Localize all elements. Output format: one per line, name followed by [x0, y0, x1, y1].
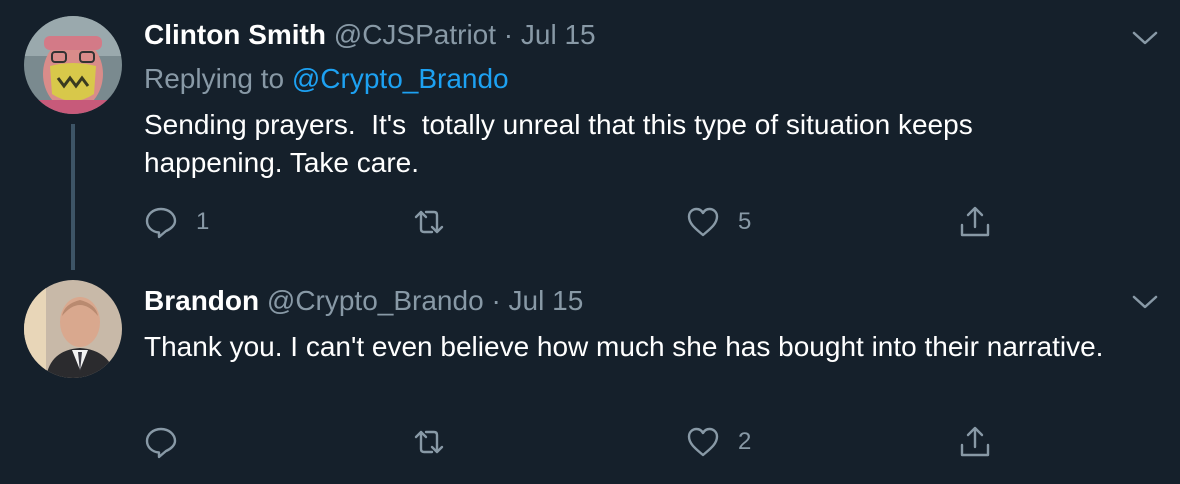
tweet-text: Sending prayers. It's totally unreal tha… [144, 109, 981, 178]
author-name[interactable]: Clinton Smith [144, 19, 326, 50]
like-icon [687, 427, 719, 457]
tweet-text: Thank you. I can't even believe how much… [144, 331, 1104, 362]
thread-line [71, 124, 75, 270]
tweet-2[interactable]: Brandon @Crypto_Brando · Jul 15 Thank yo… [0, 270, 1180, 484]
retweet-button[interactable] [412, 202, 446, 242]
replying-to: Replying to @Crypto_Brando [144, 62, 509, 96]
share-icon [960, 426, 990, 457]
avatar[interactable] [24, 280, 122, 378]
share-icon [960, 206, 990, 237]
reply-count: 1 [196, 208, 210, 235]
tweet-header: Brandon @Crypto_Brando · Jul 15 [144, 284, 583, 318]
replying-handle-link[interactable]: @Crypto_Brando [292, 63, 509, 94]
author-name[interactable]: Brandon [144, 285, 259, 316]
action-bar: 1 5 [144, 202, 1024, 242]
chevron-down-icon[interactable] [1130, 28, 1160, 48]
like-count: 5 [738, 208, 752, 235]
like-icon [687, 207, 719, 237]
author-handle[interactable]: @CJSPatriot [334, 19, 496, 50]
avatar[interactable] [24, 16, 122, 114]
tweet-date[interactable]: Jul 15 [509, 285, 584, 316]
like-button[interactable]: 5 [686, 202, 751, 242]
separator: · [491, 285, 501, 316]
retweet-icon [414, 210, 444, 234]
replying-prefix: Replying to [144, 63, 285, 94]
action-bar: 2 [144, 422, 1024, 462]
like-count: 2 [738, 428, 752, 455]
chevron-down-icon[interactable] [1130, 292, 1160, 312]
reply-icon [145, 207, 177, 239]
reply-button[interactable] [144, 422, 196, 462]
share-button[interactable] [958, 422, 992, 462]
tweet-1[interactable]: Clinton Smith @CJSPatriot · Jul 15 Reply… [0, 0, 1180, 270]
reply-icon [145, 427, 177, 459]
retweet-icon [414, 430, 444, 454]
reply-button[interactable]: 1 [144, 202, 209, 242]
tweet-date[interactable]: Jul 15 [521, 19, 596, 50]
separator: · [503, 19, 514, 50]
retweet-button[interactable] [412, 422, 446, 462]
like-button[interactable]: 2 [686, 422, 751, 462]
author-handle[interactable]: @Crypto_Brando [267, 285, 484, 316]
share-button[interactable] [958, 202, 992, 242]
tweet-header: Clinton Smith @CJSPatriot · Jul 15 [144, 18, 596, 52]
